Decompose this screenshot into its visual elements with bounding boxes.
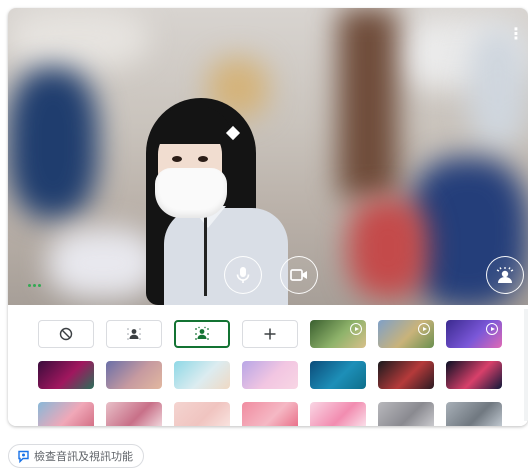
background-beach[interactable] — [174, 361, 230, 389]
slight-blur-button[interactable] — [106, 320, 162, 348]
upload-background-button[interactable] — [242, 320, 298, 348]
effects-scrollbar[interactable] — [524, 309, 528, 421]
background-sakura[interactable] — [310, 402, 366, 426]
background-underwater[interactable] — [310, 361, 366, 389]
background-animated-garden[interactable] — [310, 320, 366, 348]
animated-play-icon — [350, 323, 362, 335]
animated-play-icon — [418, 323, 430, 335]
background-red-smoke[interactable] — [378, 361, 434, 389]
more-vert-icon: ⋮ — [508, 26, 524, 43]
microphone-button[interactable] — [224, 256, 262, 294]
background-cherry-blossom-sky[interactable] — [38, 402, 94, 426]
background-pale-pink[interactable] — [174, 402, 230, 426]
microphone-icon — [236, 267, 250, 283]
add-image-icon — [264, 328, 276, 340]
background-city-rooftop[interactable] — [378, 402, 434, 426]
background-dusk-sky[interactable] — [106, 361, 162, 389]
background-animated-classroom[interactable] — [378, 320, 434, 348]
check-audio-video-label: 檢查音訊及視訊功能 — [34, 451, 133, 463]
blur-background-button[interactable] — [174, 320, 230, 348]
background-polka-dot-pink[interactable] — [242, 402, 298, 426]
background-animated-purple-room[interactable] — [446, 320, 502, 348]
audio-level-indicator — [28, 284, 44, 290]
self-view-video: ⋮ — [8, 8, 528, 305]
animated-play-icon — [486, 323, 498, 335]
camera-button[interactable] — [280, 256, 318, 294]
slight-blur-icon — [127, 328, 141, 340]
background-pastel-clouds[interactable] — [242, 361, 298, 389]
effects-panel — [8, 305, 528, 426]
visual-effects-button[interactable] — [486, 256, 524, 294]
camera-icon — [290, 269, 307, 281]
background-office-window[interactable] — [446, 402, 502, 426]
blur-icon — [195, 326, 209, 340]
participant-image — [128, 98, 288, 305]
visual-effects-icon — [496, 267, 514, 283]
check-audio-video-button[interactable]: 檢查音訊及視訊功能 — [8, 444, 144, 468]
more-options-button[interactable]: ⋮ — [508, 26, 524, 44]
none-icon — [59, 327, 73, 341]
no-effect-button[interactable] — [38, 320, 94, 348]
background-floral-pattern[interactable] — [106, 402, 162, 426]
background-pink-lights[interactable] — [38, 361, 94, 389]
preview-card: ⋮ — [8, 8, 528, 426]
background-fireworks[interactable] — [446, 361, 502, 389]
